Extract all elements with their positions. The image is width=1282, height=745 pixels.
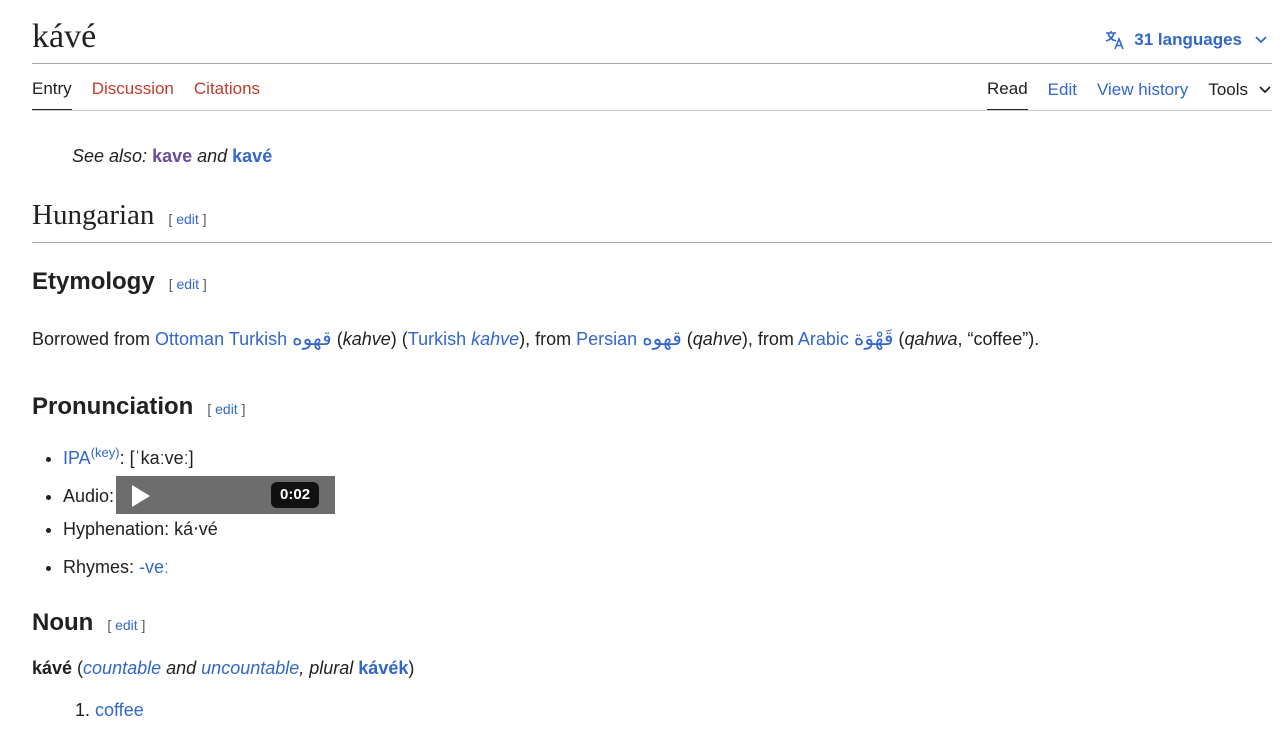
ety-text: ( bbox=[681, 329, 693, 349]
edit-section-link: [ edit ] bbox=[207, 401, 245, 417]
heading-noun: Noun [ edit ] bbox=[32, 609, 145, 637]
edit-link-pronunciation[interactable]: edit bbox=[215, 401, 238, 417]
heading-pronunciation: Pronunciation [ edit ] bbox=[32, 393, 245, 421]
edit-link-hungarian[interactable]: edit bbox=[176, 211, 199, 227]
link-countable[interactable]: countable bbox=[83, 658, 161, 678]
audio-label: Audio: bbox=[63, 485, 115, 506]
see-also-note: See also: kave and kavé bbox=[72, 146, 272, 167]
ipa-value: : [ˈkaːveː] bbox=[119, 448, 194, 468]
edit-bracket-open: [ bbox=[107, 617, 116, 633]
ety-text: ( bbox=[893, 329, 905, 349]
ety-translit: qahve bbox=[692, 329, 742, 349]
heading-hungarian-text: Hungarian bbox=[32, 199, 155, 231]
see-also-link-kave-accent[interactable]: kavé bbox=[232, 146, 272, 166]
see-also-and: and bbox=[192, 146, 233, 166]
edit-bracket-close: ] bbox=[237, 401, 246, 417]
ety-translit: qahwa bbox=[904, 329, 958, 349]
edit-section-link: [ edit ] bbox=[107, 617, 145, 633]
heading-etymology: Etymology [ edit ] bbox=[32, 268, 207, 296]
audio-duration: 0:02 bbox=[271, 482, 320, 508]
hyphenation-text: Hyphenation: ká‧vé bbox=[63, 519, 218, 539]
tab-discussion[interactable]: Discussion bbox=[92, 79, 174, 111]
tab-read[interactable]: Read bbox=[987, 79, 1028, 111]
translate-icon bbox=[1106, 31, 1125, 50]
link-arabic[interactable]: Arabic bbox=[798, 329, 849, 349]
edit-section-link: [ edit ] bbox=[168, 211, 206, 227]
chevron-down-icon bbox=[1259, 86, 1271, 94]
pronunciation-list: IPA(key): [ˈkaːveː] Audio: 0:02 Hyphenat… bbox=[32, 440, 336, 592]
list-item: Hyphenation: ká‧vé bbox=[63, 516, 335, 554]
ety-text: Borrowed from bbox=[32, 329, 156, 349]
ety-text: ), from bbox=[741, 329, 798, 349]
tab-edit[interactable]: Edit bbox=[1048, 80, 1077, 110]
audio-player[interactable]: 0:02 bbox=[116, 476, 336, 514]
etymology-text: Borrowed from Ottoman Turkish قهوه (kahv… bbox=[32, 326, 1039, 350]
ety-text: , “coffee”). bbox=[957, 329, 1040, 349]
languages-button[interactable]: 31 languages bbox=[1104, 29, 1272, 51]
ety-text: ), from bbox=[519, 329, 577, 349]
link-persian-word[interactable]: قهوه bbox=[642, 326, 682, 350]
link-ottoman-word[interactable]: قهوه bbox=[292, 326, 332, 350]
definitions-list: coffee bbox=[72, 700, 144, 721]
list-item: coffee bbox=[95, 700, 144, 721]
namespace-tabs: Entry Discussion Citations bbox=[32, 79, 260, 111]
link-rhymes[interactable]: -veː bbox=[139, 557, 169, 577]
link-turkish[interactable]: Turkish bbox=[408, 329, 466, 349]
section-divider bbox=[32, 242, 1272, 243]
link-ottoman-turkish[interactable]: Ottoman Turkish bbox=[155, 329, 287, 349]
ety-text: ( bbox=[331, 329, 343, 349]
tools-menu[interactable]: Tools bbox=[1208, 80, 1272, 110]
play-icon[interactable] bbox=[132, 485, 151, 507]
noun-text: ) bbox=[408, 658, 415, 678]
link-ipa[interactable]: IPA bbox=[63, 448, 91, 468]
list-item: Rhymes: -veː bbox=[63, 554, 335, 592]
edit-bracket-close: ] bbox=[199, 276, 207, 292]
tools-label: Tools bbox=[1208, 80, 1248, 99]
edit-link-etymology[interactable]: edit bbox=[176, 276, 199, 292]
see-also-prefix: See also: bbox=[72, 146, 153, 166]
see-also-link-kave[interactable]: kave bbox=[152, 146, 192, 166]
tab-citations[interactable]: Citations bbox=[194, 79, 260, 111]
noun-headword-line: kávé (countable and uncountable, plural … bbox=[32, 658, 414, 679]
edit-bracket-open: [ bbox=[207, 401, 216, 417]
edit-link-noun[interactable]: edit bbox=[115, 617, 138, 633]
link-uncountable[interactable]: uncountable bbox=[201, 658, 299, 678]
link-turkish-word[interactable]: kahve bbox=[471, 329, 519, 349]
list-item: Audio: 0:02 bbox=[63, 476, 336, 516]
link-definition-coffee[interactable]: coffee bbox=[95, 700, 144, 720]
title-divider bbox=[32, 63, 1272, 64]
tab-view-history[interactable]: View history bbox=[1097, 80, 1188, 110]
link-plural[interactable]: kávék bbox=[358, 658, 408, 678]
link-arabic-word[interactable]: قَهْوَة bbox=[854, 326, 894, 350]
link-persian[interactable]: Persian bbox=[576, 329, 637, 349]
heading-hungarian: Hungarian [ edit ] bbox=[32, 199, 207, 232]
noun-text: ( bbox=[72, 658, 84, 678]
noun-text: , plural bbox=[299, 658, 359, 678]
heading-pronunciation-text: Pronunciation bbox=[32, 393, 194, 420]
list-item: IPA(key): [ˈkaːveː] bbox=[63, 440, 335, 478]
heading-noun-text: Noun bbox=[32, 609, 94, 636]
page-title: kávé bbox=[32, 18, 97, 55]
chevron-down-icon bbox=[1255, 36, 1267, 44]
view-tabs: Read Edit View history Tools bbox=[987, 79, 1272, 111]
edit-bracket-close: ] bbox=[137, 617, 146, 633]
link-ipa-key[interactable]: (key) bbox=[91, 445, 120, 460]
heading-etymology-text: Etymology bbox=[32, 268, 155, 295]
noun-text: and bbox=[161, 658, 202, 678]
noun-headword: kávé bbox=[32, 658, 73, 678]
languages-label: 31 languages bbox=[1134, 30, 1242, 49]
ety-translit: kahve bbox=[342, 329, 391, 349]
edit-bracket-close: ] bbox=[198, 211, 207, 227]
edit-section-link: [ edit ] bbox=[169, 276, 207, 292]
tabs-divider bbox=[32, 110, 1272, 111]
tab-entry[interactable]: Entry bbox=[32, 79, 72, 111]
ety-text: ) ( bbox=[390, 329, 408, 349]
rhymes-label: Rhymes: bbox=[63, 557, 140, 577]
